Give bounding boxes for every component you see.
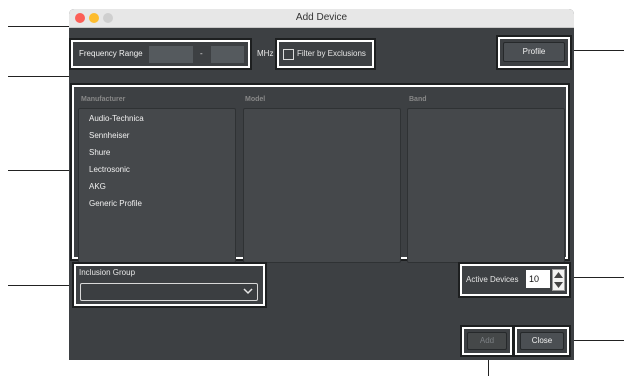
close-button-highlight: Close [515,327,569,355]
profile-button[interactable]: Profile [503,42,565,62]
column-header-manufacturer[interactable]: Manufacturer [81,96,125,103]
callout-line-inclusion [8,285,72,286]
add-button[interactable]: Add [467,332,507,350]
filter-checkbox[interactable] [283,49,294,60]
manufacturer-item[interactable]: Sennheiser [89,131,129,140]
active-devices-label: Active Devices [466,275,519,284]
callout-line-profile [570,50,624,51]
filter-by-exclusions-label: Filter by Exclusions [297,49,366,58]
profile-button-highlight: Profile [498,37,570,68]
band-list[interactable] [407,108,565,263]
frequency-separator: - [200,49,203,58]
callout-line-list [8,170,72,171]
window-title: Add Device [295,12,348,23]
inclusion-group-dropdown[interactable] [80,283,258,301]
close-button[interactable]: Close [520,332,564,350]
callout-line-active [568,277,624,278]
column-header-model[interactable]: Model [245,96,265,103]
model-list[interactable] [243,108,401,263]
filter-by-exclusions-group[interactable]: Filter by Exclusions [277,40,374,68]
inclusion-group-label: Inclusion Group [79,268,136,277]
frequency-unit-label: MHz [257,49,274,58]
frequency-range-label: Frequency Range [79,49,143,58]
manufacturer-list[interactable]: Audio-Technica Sennheiser Shure Lectroso… [78,108,236,263]
active-devices-stepper[interactable] [552,269,565,291]
chevron-down-icon [243,288,253,295]
manufacturer-item[interactable]: Shure [89,148,110,157]
title-bar: Add Device [69,9,574,28]
add-button-highlight: Add [462,327,512,355]
active-devices-input[interactable]: 10 [526,270,550,288]
manufacturer-item[interactable]: Lectrosonic [89,165,130,174]
manufacturer-item[interactable]: Generic Profile [89,199,142,208]
stepper-up-icon[interactable] [554,272,563,278]
frequency-high-input[interactable] [211,46,244,63]
manufacturer-item[interactable]: Audio-Technica [89,114,144,123]
inclusion-group-highlight: Inclusion Group [74,264,265,306]
callout-line-close [570,340,624,341]
column-header-band[interactable]: Band [409,96,427,103]
stepper-down-icon[interactable] [554,282,563,288]
frequency-low-input[interactable] [149,46,193,63]
frequency-range-group: Frequency Range - [71,40,250,68]
active-devices-highlight: Active Devices 10 [460,264,569,296]
manufacturer-item[interactable]: AKG [89,182,106,191]
add-device-window: Add Device Frequency Range - MHz Filter … [69,9,574,360]
